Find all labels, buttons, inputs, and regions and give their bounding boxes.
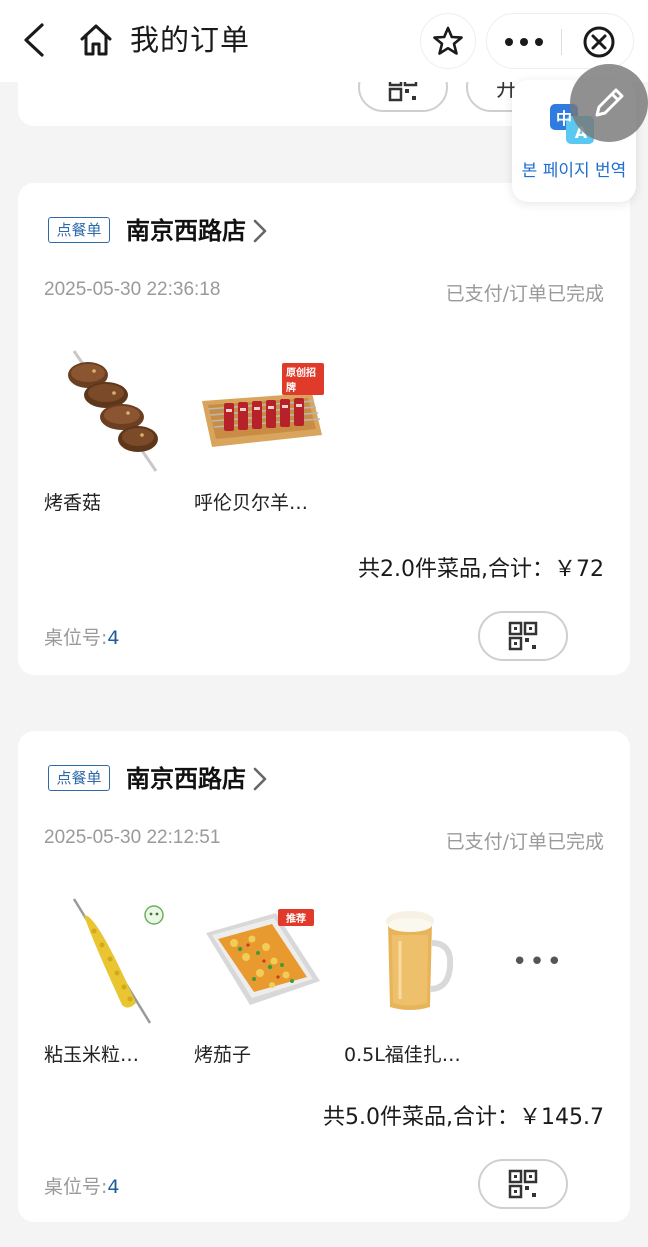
table-number-value: 4 xyxy=(107,1176,120,1198)
item-name: 呼伦贝尔羊… xyxy=(194,492,309,514)
store-name-link[interactable]: 南京西路店 xyxy=(126,759,268,799)
order-item[interactable]: 烤香菇 xyxy=(44,343,174,514)
translate-zh-glyph: 中 xyxy=(556,109,572,128)
order-item[interactable]: 原创招牌 呼伦贝尔羊… xyxy=(194,343,324,514)
table-number-value: 4 xyxy=(107,627,120,649)
back-button[interactable] xyxy=(16,20,52,60)
chevron-right-icon xyxy=(253,767,267,791)
order-type-tag: 点餐单 xyxy=(48,217,110,243)
translate-label: 본 페이지 번역 xyxy=(521,161,627,181)
order-summary: 共5.0件菜品,合计：￥145.7 xyxy=(323,1105,604,1130)
grilled-mushroom-skewer-image xyxy=(68,350,158,472)
order-card[interactable]: 点餐单 南京西路店 2025-05-30 22:36:18 已支付/订单已完成 xyxy=(18,183,630,675)
item-badge: 原创招牌 xyxy=(282,363,324,395)
more-items-indicator[interactable]: ••• xyxy=(512,947,564,977)
more-button[interactable] xyxy=(487,14,561,70)
item-name: 烤茄子 xyxy=(194,1044,252,1066)
table-number-label: 桌位号: xyxy=(44,1176,108,1198)
corn-skewer-image xyxy=(72,898,164,1024)
table-number: 桌位号:4 xyxy=(44,1172,120,1199)
orders-page: 开… 我的订单 xyxy=(0,0,648,1247)
table-number: 桌位号:4 xyxy=(44,623,120,650)
table-number-label: 桌位号: xyxy=(44,627,108,649)
qr-code-button[interactable] xyxy=(478,611,568,661)
order-time: 2025-05-30 22:36:18 xyxy=(44,279,221,300)
top-navbar: 我的订单 xyxy=(0,0,648,82)
store-name-link[interactable]: 南京西路店 xyxy=(126,211,268,251)
order-summary: 共2.0件菜品,合计：￥72 xyxy=(358,557,604,582)
qr-code-button[interactable] xyxy=(478,1159,568,1209)
more-dots-icon xyxy=(505,38,543,46)
star-icon xyxy=(433,26,463,55)
order-type-tag: 点餐单 xyxy=(48,765,110,791)
home-icon xyxy=(80,24,112,56)
page-title: 我的订单 xyxy=(130,23,251,57)
order-item[interactable]: 0.5L福佳扎… xyxy=(344,895,474,1066)
store-name: 南京西路店 xyxy=(126,765,246,793)
order-item[interactable]: 粘玉米粒… xyxy=(44,895,174,1066)
pencil-icon xyxy=(595,88,624,117)
chevron-right-icon xyxy=(253,219,267,243)
order-status: 已支付/订单已完成 xyxy=(445,831,604,853)
order-status: 已支付/订单已完成 xyxy=(445,283,604,305)
chevron-left-icon xyxy=(24,23,44,57)
close-button[interactable] xyxy=(562,14,635,70)
store-name: 南京西路店 xyxy=(126,217,246,245)
beer-mug-image xyxy=(386,911,454,1010)
qr-code-icon xyxy=(508,1169,538,1199)
mini-program-capsule xyxy=(486,13,634,69)
home-button[interactable] xyxy=(78,20,114,60)
order-card[interactable]: 点餐单 南京西路店 2025-05-30 22:12:51 已支付/订单已完成 xyxy=(18,731,630,1222)
favorite-button[interactable] xyxy=(420,13,476,69)
close-circle-icon xyxy=(583,26,614,58)
item-name: 粘玉米粒… xyxy=(44,1044,140,1066)
order-item[interactable]: 推荐 烤茄子 xyxy=(194,895,324,1066)
item-name: 0.5L福佳扎… xyxy=(344,1044,461,1066)
qr-code-icon xyxy=(508,621,538,651)
order-time: 2025-05-30 22:12:51 xyxy=(44,827,221,848)
edit-floating-button[interactable] xyxy=(570,64,648,142)
item-badge: 推荐 xyxy=(278,909,314,926)
item-name: 烤香菇 xyxy=(44,492,102,514)
